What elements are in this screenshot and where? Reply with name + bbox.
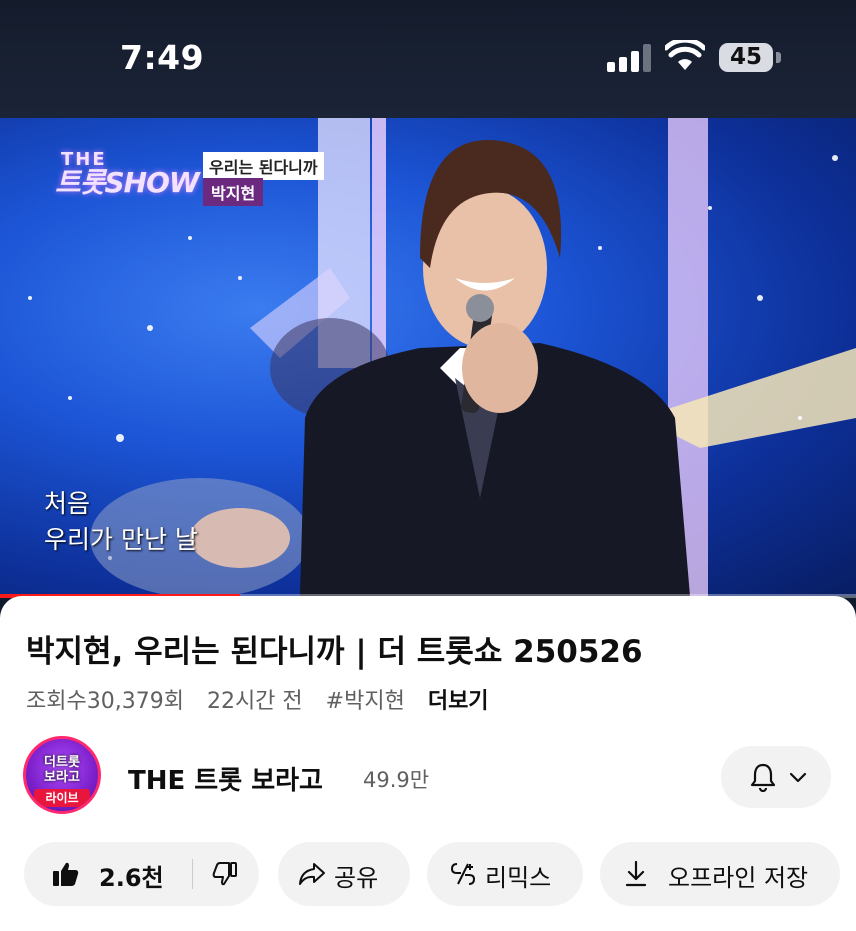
battery-indicator: 45 <box>719 43 773 72</box>
status-time: 7:49 <box>120 38 205 77</box>
share-label: 공유 <box>334 864 379 892</box>
channel-name[interactable]: THE 트롯 보라고 <box>128 760 323 797</box>
chevron-down-icon <box>789 772 807 783</box>
singer-overlay: 박지현 <box>203 178 264 206</box>
show-logo-line2: 트롯SHOW <box>55 166 200 199</box>
avatar-text-line2: 보라고 <box>44 770 80 785</box>
view-count: 조회수30,379회 <box>26 689 184 714</box>
thumbs-down-icon[interactable] <box>212 862 238 886</box>
wifi-icon <box>665 40 705 70</box>
lyrics-caption-line2: 우리가 만난 날 <box>44 525 198 554</box>
like-dislike-chip: 2.6천 <box>24 842 259 906</box>
battery-cap <box>776 52 781 63</box>
avatar-text-line1: 더트롯 <box>44 755 80 770</box>
upload-age: 22시간 전 <box>206 689 303 714</box>
download-icon <box>625 860 647 887</box>
status-bar: 7:49 45 <box>0 0 856 118</box>
cellular-signal-icon <box>607 44 651 72</box>
bell-icon <box>750 763 776 792</box>
avatar-badge: 라이브 <box>34 789 90 807</box>
remix-label: 리믹스 <box>485 864 552 892</box>
avatar-text: 더트롯 보라고 <box>36 755 88 785</box>
hashtag-link[interactable]: #박지현 <box>326 689 405 714</box>
save-offline-label: 오프라인 저장 <box>668 864 809 892</box>
lyrics-caption-line1: 처음 <box>44 489 91 518</box>
channel-avatar[interactable]: 더트롯 보라고 라이브 <box>23 736 101 814</box>
remix-button[interactable]: 리믹스 <box>427 842 583 906</box>
like-count[interactable]: 2.6천 <box>99 858 164 893</box>
video-info-panel: 박지현, 우리는 된다니까 | 더 트롯쇼 250526 조회수30,379회 … <box>0 596 856 931</box>
video-title[interactable]: 박지현, 우리는 된다니까 | 더 트롯쇼 250526 <box>26 626 643 671</box>
share-icon <box>299 863 325 885</box>
song-title-overlay: 우리는 된다니까 <box>203 152 324 180</box>
more-button[interactable]: 더보기 <box>428 689 489 714</box>
subscriber-count: 49.9만 <box>363 768 430 792</box>
like-divider <box>192 859 193 889</box>
video-meta[interactable]: 조회수30,379회 22시간 전 #박지현 더보기 <box>26 683 505 715</box>
notification-settings-button[interactable] <box>721 746 831 808</box>
remix-icon <box>450 863 476 885</box>
save-offline-button[interactable]: 오프라인 저장 <box>600 842 840 906</box>
lyrics-caption: 처음 우리가 만난 날 <box>44 486 198 558</box>
thumbs-up-icon[interactable] <box>52 861 80 887</box>
share-button[interactable]: 공유 <box>278 842 410 906</box>
video-player[interactable]: THE 트롯SHOW 우리는 된다니까 박지현 처음 우리가 만난 날 <box>0 118 856 596</box>
show-logo: THE 트롯SHOW <box>55 151 200 199</box>
